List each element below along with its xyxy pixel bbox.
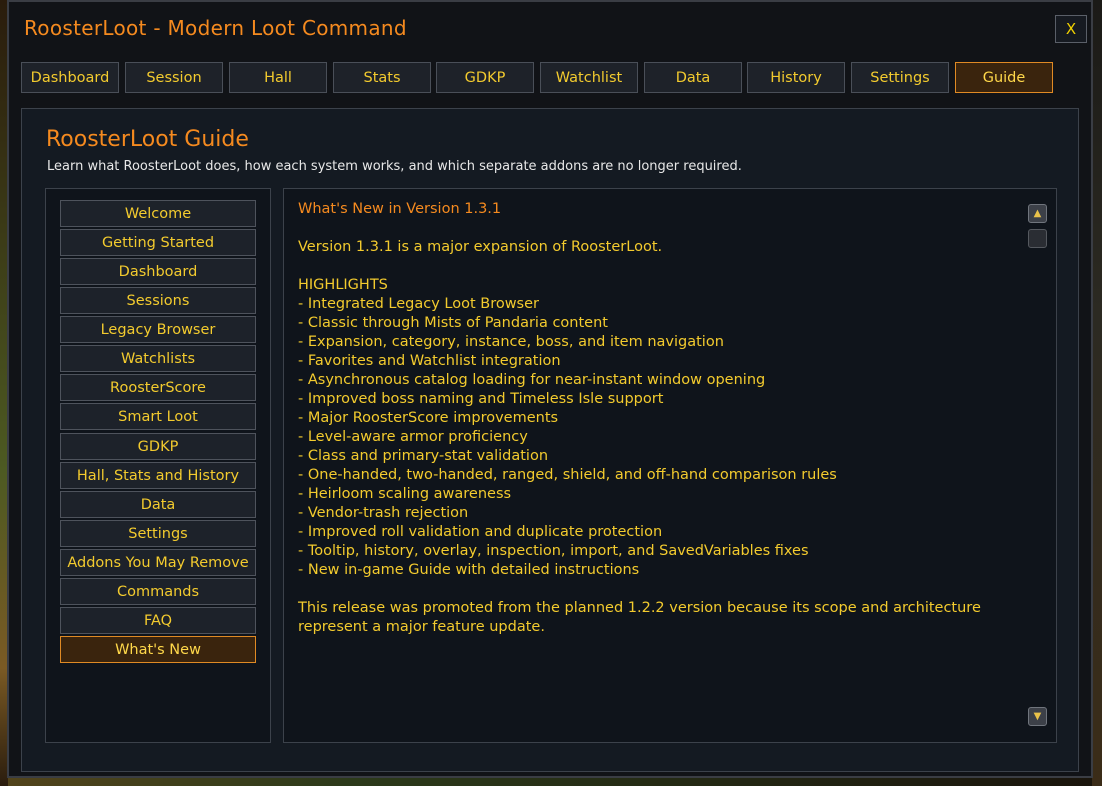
nav-gdkp[interactable]: GDKP <box>60 433 256 460</box>
scroll-thumb[interactable] <box>1028 229 1047 248</box>
highlight-item: - One-handed, two-handed, ranged, shield… <box>298 467 837 483</box>
highlight-item: - Major RoosterScore improvements <box>298 410 559 426</box>
scroll-up-icon: ▲ <box>1033 208 1042 219</box>
tab-hall[interactable]: Hall <box>229 62 327 93</box>
highlight-item: - Heirloom scaling awareness <box>298 486 512 502</box>
nav-dashboard[interactable]: Dashboard <box>60 258 256 285</box>
highlight-item: - Integrated Legacy Loot Browser <box>298 296 539 312</box>
nav-welcome[interactable]: Welcome <box>60 200 256 227</box>
background-right <box>1092 0 1102 786</box>
scroll-up-button[interactable]: ▲ <box>1028 204 1047 223</box>
highlights-label: HIGHLIGHTS <box>298 277 388 293</box>
nav-legacy-browser[interactable]: Legacy Browser <box>60 316 256 343</box>
tab-settings[interactable]: Settings <box>851 62 949 93</box>
nav-sessions[interactable]: Sessions <box>60 287 256 314</box>
highlight-item: - Class and primary-stat validation <box>298 448 549 464</box>
nav-faq[interactable]: FAQ <box>60 607 256 634</box>
nav-getting-started[interactable]: Getting Started <box>60 229 256 256</box>
tab-stats[interactable]: Stats <box>333 62 431 93</box>
highlight-item: - Tooltip, history, overlay, inspection,… <box>298 543 809 559</box>
nav-smart-loot[interactable]: Smart Loot <box>60 403 256 430</box>
nav-data[interactable]: Data <box>60 491 256 518</box>
guide-content-frame: RoosterLoot Guide Learn what RoosterLoot… <box>21 108 1079 772</box>
tab-data[interactable]: Data <box>644 62 742 93</box>
highlight-item: - Level-aware armor proficiency <box>298 429 528 445</box>
highlight-item: - Favorites and Watchlist integration <box>298 353 561 369</box>
nav-settings[interactable]: Settings <box>60 520 256 547</box>
guide-nav-panel: Welcome Getting Started Dashboard Sessio… <box>45 188 271 743</box>
tab-guide[interactable]: Guide <box>955 62 1053 93</box>
highlight-item: - Asynchronous catalog loading for near-… <box>298 372 766 388</box>
nav-hall-stats-history[interactable]: Hall, Stats and History <box>60 462 256 489</box>
article-intro: Version 1.3.1 is a major expansion of Ro… <box>298 239 663 255</box>
nav-addons-you-may-remove[interactable]: Addons You May Remove <box>60 549 256 576</box>
tab-gdkp[interactable]: GDKP <box>436 62 534 93</box>
nav-roosterscore[interactable]: RoosterScore <box>60 374 256 401</box>
highlight-item: - Vendor-trash rejection <box>298 505 469 521</box>
guide-subtitle: Learn what RoosterLoot does, how each sy… <box>47 159 742 174</box>
close-button[interactable]: X <box>1055 15 1087 43</box>
guide-title: RoosterLoot Guide <box>46 127 249 152</box>
tab-session[interactable]: Session <box>125 62 223 93</box>
highlight-item: - Expansion, category, instance, boss, a… <box>298 334 724 350</box>
guide-text-panel: What's New in Version 1.3.1 Version 1.3.… <box>283 188 1057 743</box>
window-title: RoosterLoot - Modern Loot Command <box>24 16 407 40</box>
article-closing: This release was promoted from the plann… <box>298 600 981 635</box>
highlight-item: - Improved roll validation and duplicate… <box>298 524 663 540</box>
highlight-item: - Improved boss naming and Timeless Isle… <box>298 391 664 407</box>
scroll-down-button[interactable]: ▼ <box>1028 707 1047 726</box>
main-window: RoosterLoot - Modern Loot Command X Dash… <box>7 0 1093 778</box>
nav-watchlists[interactable]: Watchlists <box>60 345 256 372</box>
nav-commands[interactable]: Commands <box>60 578 256 605</box>
tab-dashboard[interactable]: Dashboard <box>21 62 119 93</box>
article-body: What's New in Version 1.3.1 Version 1.3.… <box>298 200 1018 637</box>
highlight-item: - New in-game Guide with detailed instru… <box>298 562 640 578</box>
tab-watchlist[interactable]: Watchlist <box>540 62 638 93</box>
nav-whats-new[interactable]: What's New <box>60 636 256 663</box>
tab-history[interactable]: History <box>747 62 845 93</box>
scroll-down-icon: ▼ <box>1033 711 1042 722</box>
article-heading: What's New in Version 1.3.1 <box>298 201 502 217</box>
highlight-item: - Classic through Mists of Pandaria cont… <box>298 315 608 331</box>
